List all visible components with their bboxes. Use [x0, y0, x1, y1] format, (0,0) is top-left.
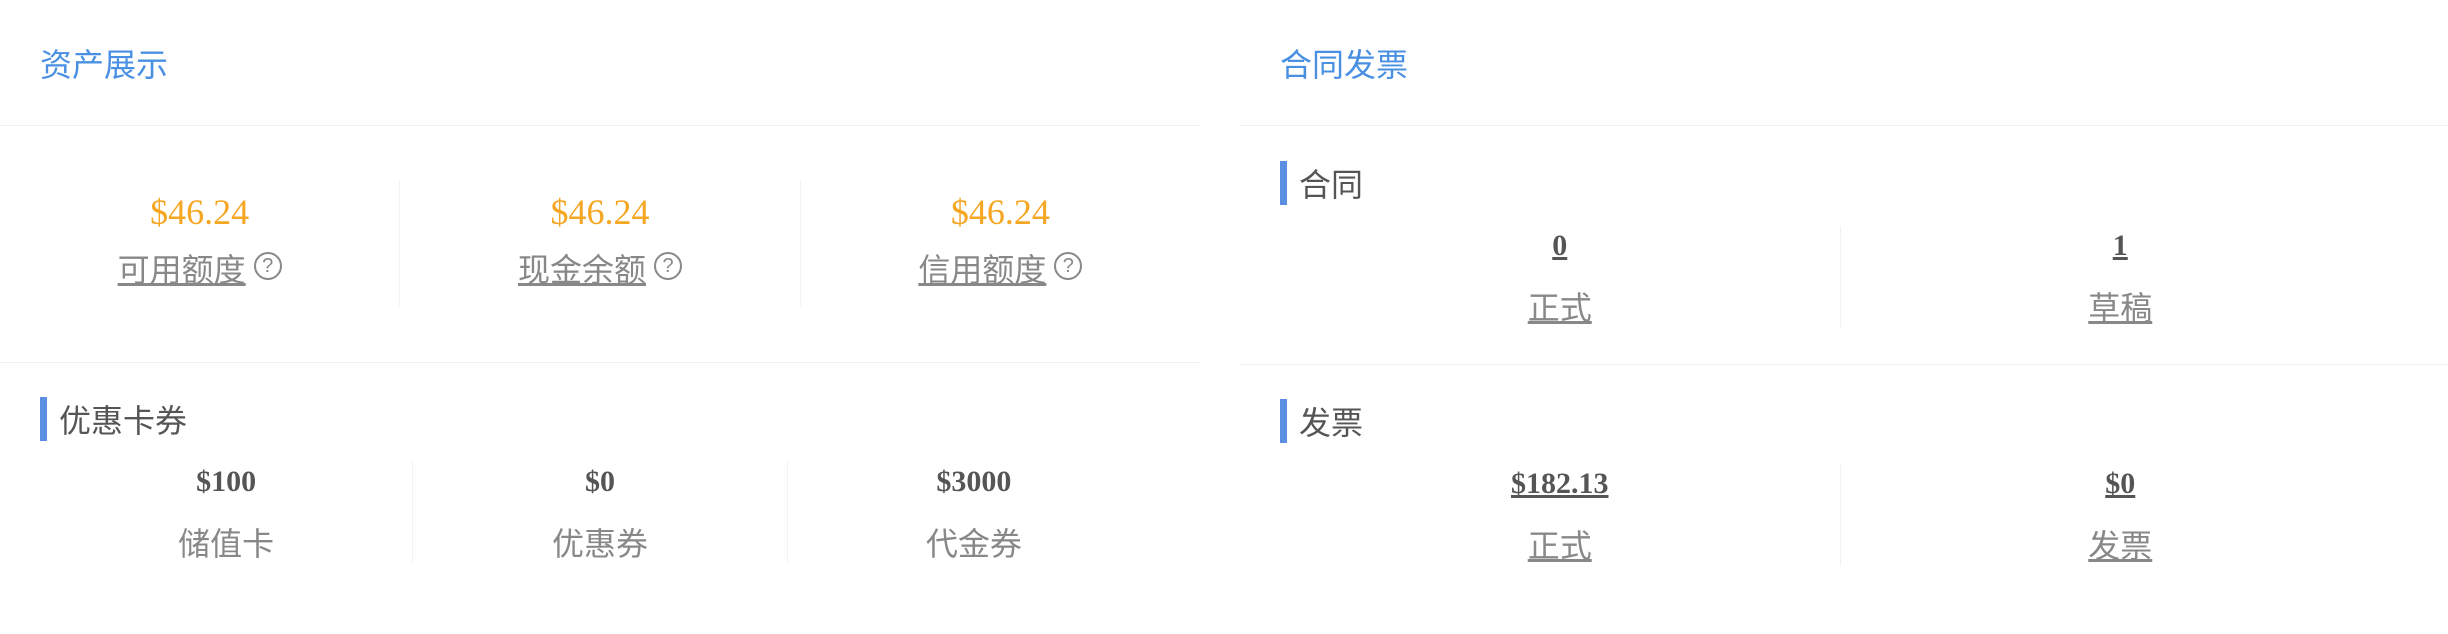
stat-coupon: $0 优惠券: [413, 462, 788, 564]
section-accent-bar: [1280, 399, 1287, 443]
stat-label-link[interactable]: 正式: [1528, 526, 1592, 566]
help-icon[interactable]: ?: [1054, 252, 1083, 280]
asset-credit-limit: $46.24 信用额度 ?: [801, 180, 1200, 306]
stat-value-link[interactable]: $0: [2105, 464, 2135, 504]
section-accent-bar: [40, 397, 47, 441]
stat-value: $100: [196, 465, 257, 498]
coupon-stats-row: $100 储值卡 $0 优惠券 $3000 代金券: [40, 462, 1160, 564]
stat-value: $0: [584, 465, 615, 498]
contract-stats-row: 0 正式 1 草稿: [1280, 226, 2400, 328]
asset-label-link[interactable]: 信用额度: [918, 250, 1046, 290]
stat-value-link[interactable]: 1: [2113, 226, 2128, 266]
stat-stored-value-card: $100 储值卡: [40, 462, 414, 564]
invoice-stats-row: $182.13 正式 $0 发票: [1280, 464, 2400, 566]
contracts-invoices-header: 合同发票: [1240, 0, 2448, 126]
stat-value: $3000: [936, 465, 1012, 498]
asset-summary-row: $46.24 可用额度 ? $46.24 现金余额 ? $46.24 信用额度 …: [0, 180, 1200, 306]
section-title-text: 发票: [1299, 405, 1364, 441]
section-title-text: 优惠卡券: [59, 403, 188, 439]
stat-label: 优惠券: [551, 526, 648, 562]
stat-label-link[interactable]: 发票: [2088, 526, 2152, 566]
stat-label: 代金券: [925, 526, 1022, 562]
stat-voucher: $3000 代金券: [788, 462, 1160, 564]
divider: [0, 362, 1200, 363]
asset-label-wrap: 信用额度 ?: [918, 250, 1083, 290]
contracts-invoices-title: 合同发票: [1280, 46, 1409, 83]
stat-invoice-formal: $182.13 正式: [1280, 464, 1841, 566]
stat-value-link[interactable]: 0: [1552, 226, 1567, 266]
assets-panel-title: 资产展示: [40, 46, 169, 83]
stat-invoice: $0 发票: [1841, 464, 2401, 566]
divider: [1240, 364, 2448, 365]
asset-cash-balance: $46.24 现金余额 ?: [400, 180, 801, 306]
contracts-invoices-panel: 合同发票 合同 0 正式 1 草稿 发票 $182.13 正式 $0 发票: [1240, 0, 2448, 634]
stat-label: 储值卡: [178, 526, 275, 562]
asset-label-link[interactable]: 现金余额: [518, 250, 646, 290]
asset-label-wrap: 可用额度 ?: [118, 250, 282, 290]
asset-amount: $46.24: [550, 192, 650, 232]
assets-panel: 资产展示 $46.24 可用额度 ? $46.24 现金余额 ? $46.24 …: [0, 0, 1200, 634]
stat-contract-formal: 0 正式: [1280, 226, 1841, 328]
assets-panel-header: 资产展示: [0, 0, 1200, 126]
section-accent-bar: [1280, 161, 1287, 205]
coupons-section-title: 优惠卡券: [40, 396, 187, 442]
asset-amount: $46.24: [150, 192, 250, 232]
asset-available-credit: $46.24 可用额度 ?: [0, 180, 401, 306]
stat-value-link[interactable]: $182.13: [1511, 464, 1609, 504]
stat-label-link[interactable]: 正式: [1528, 288, 1592, 328]
asset-amount: $46.24: [950, 192, 1050, 232]
asset-label-wrap: 现金余额 ?: [518, 250, 682, 290]
help-icon[interactable]: ?: [654, 252, 682, 280]
asset-label-link[interactable]: 可用额度: [118, 250, 246, 290]
help-icon[interactable]: ?: [253, 252, 282, 280]
section-title-text: 合同: [1299, 167, 1364, 203]
contracts-section-title: 合同: [1280, 160, 1363, 206]
stat-contract-draft: 1 草稿: [1841, 226, 2401, 328]
stat-label-link[interactable]: 草稿: [2088, 288, 2152, 328]
invoices-section-title: 发票: [1280, 398, 1363, 444]
